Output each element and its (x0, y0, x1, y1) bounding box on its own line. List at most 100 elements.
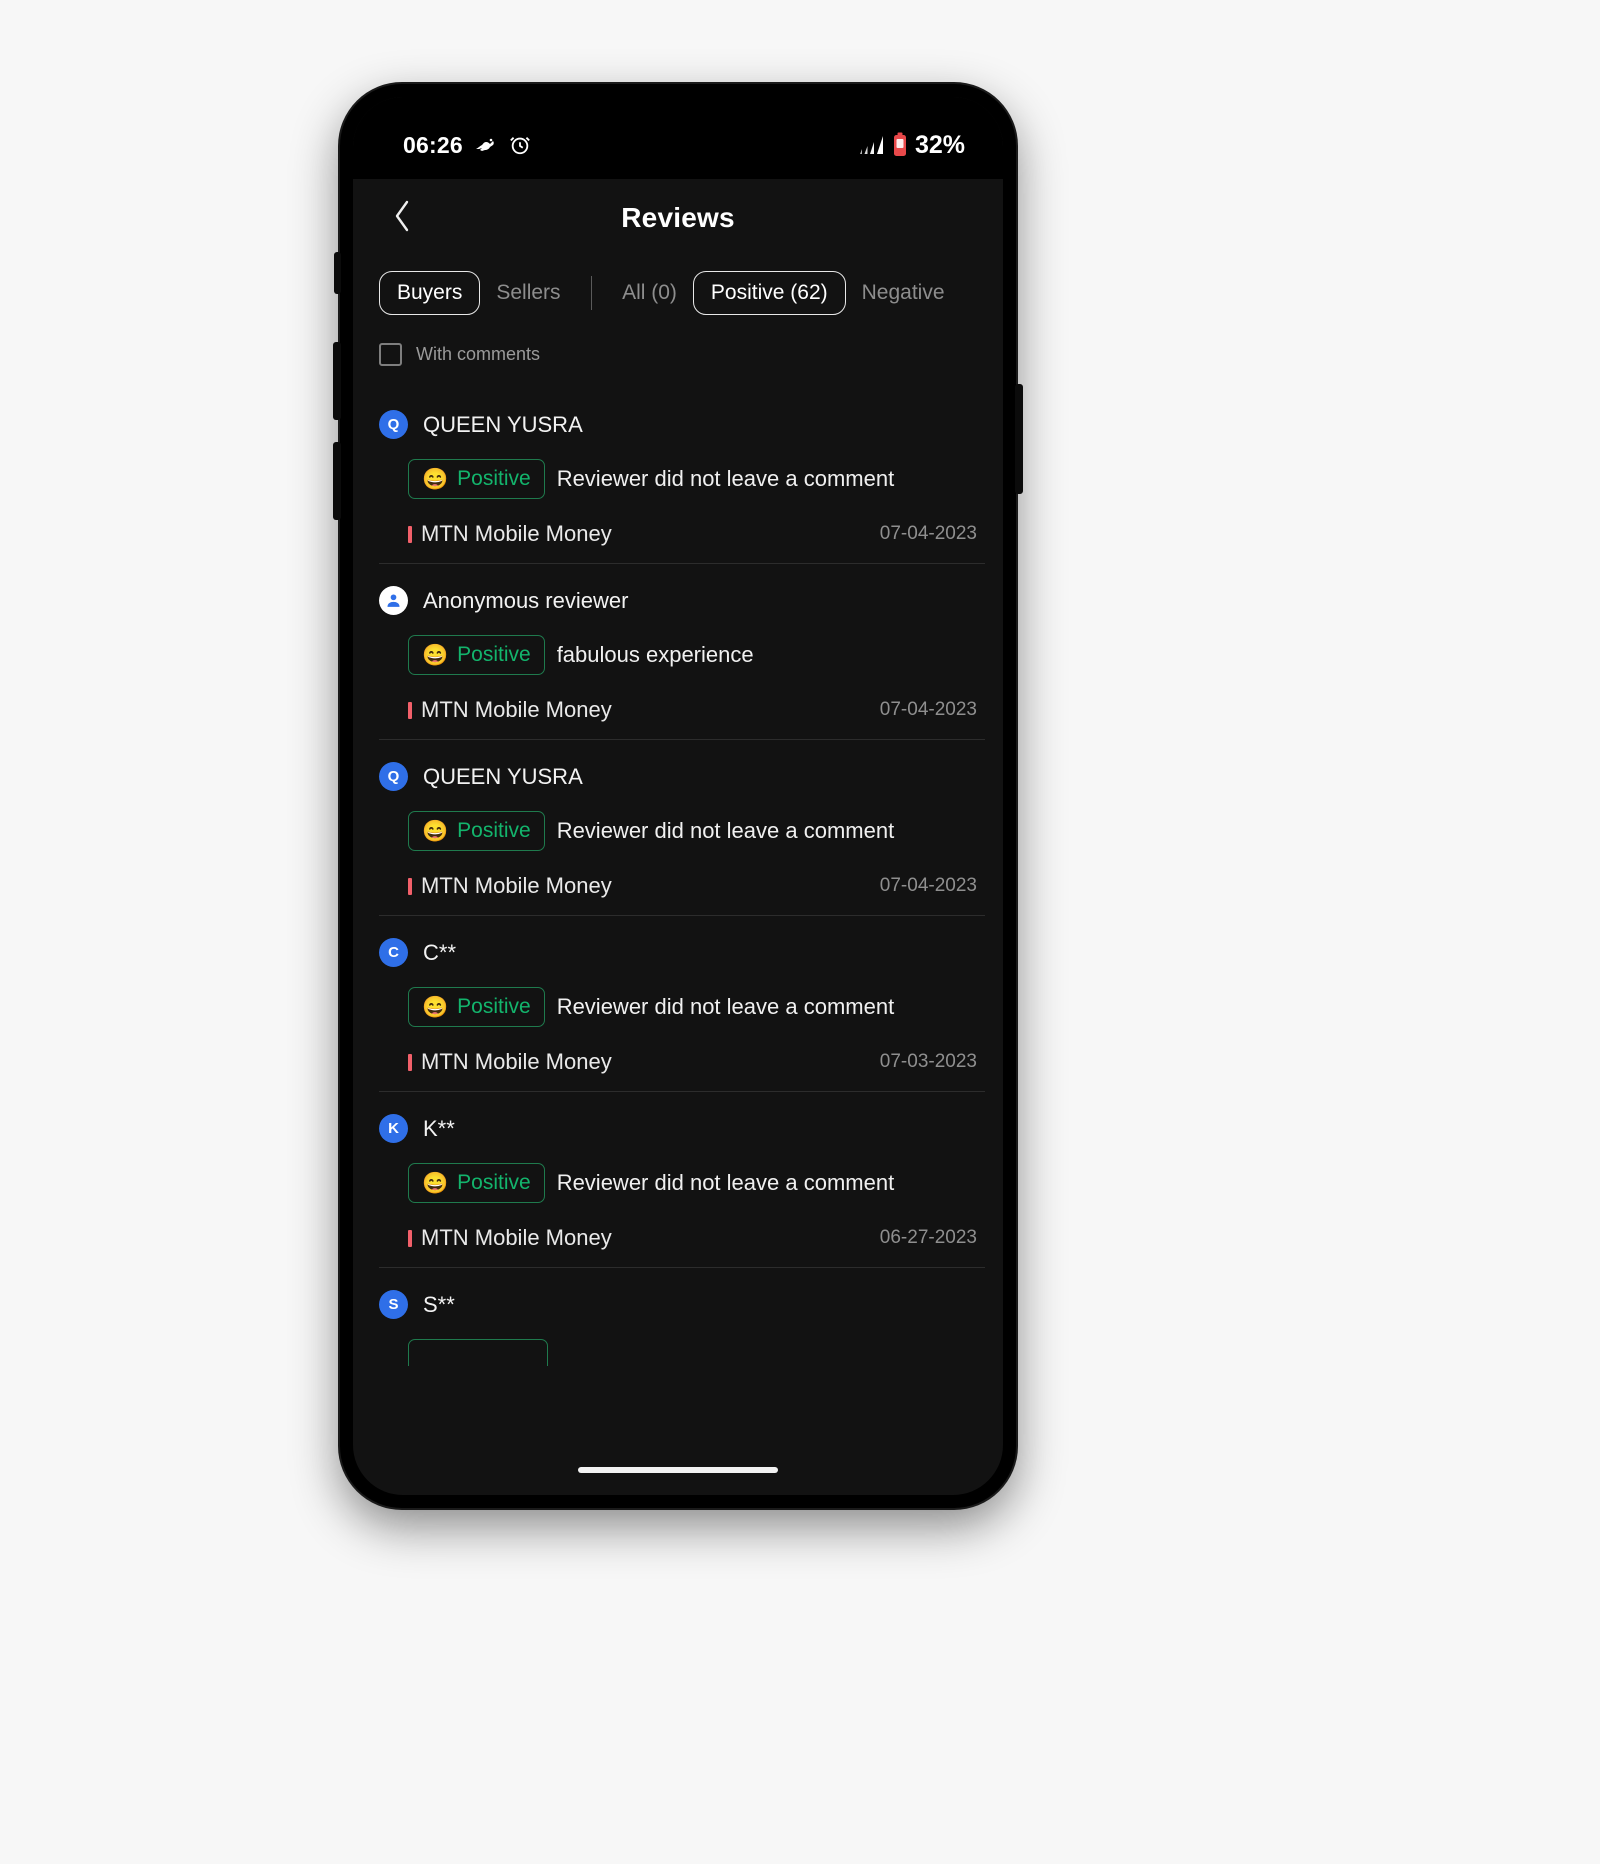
review-date: 07-04-2023 (879, 699, 977, 720)
review-date: 07-04-2023 (879, 523, 977, 544)
review-meta-row: MTN Mobile Money 07-03-2023 (408, 1049, 985, 1075)
avatar: K (379, 1114, 408, 1143)
review-comment: Reviewer did not leave a comment (556, 466, 895, 491)
rating-badge: 😄 Positive (408, 635, 545, 675)
payment-method: MTN Mobile Money (408, 521, 612, 547)
rating-label: Positive (457, 467, 531, 490)
review-meta-row: MTN Mobile Money 07-04-2023 (408, 697, 985, 723)
display-notch (552, 97, 804, 131)
status-bar-left: 06:26 (403, 118, 531, 159)
payment-marker-icon (408, 877, 412, 895)
rating-label: Positive (457, 1171, 531, 1194)
rating-row: 😄 Positive fabulous experience (408, 635, 985, 675)
rating-badge: 😄 Positive (408, 459, 545, 499)
rating-row: 😄 Positive Reviewer did not leave a comm… (408, 1163, 985, 1203)
rating-label: Positive (457, 995, 531, 1018)
rating-badge: 😄 Positive (408, 987, 545, 1027)
review-meta-row: MTN Mobile Money 07-04-2023 (408, 521, 985, 547)
tab-negative[interactable]: Negative (846, 272, 955, 314)
back-button[interactable] (379, 195, 425, 241)
review-meta-row: MTN Mobile Money 07-04-2023 (408, 873, 985, 899)
chevron-left-icon (391, 198, 413, 239)
review-body: K K** 😄 Positive Reviewer did not leave … (379, 1092, 985, 1268)
reviewer-row: Anonymous reviewer (379, 586, 985, 615)
status-bar-right: 32% (859, 117, 965, 160)
avatar: Q (379, 410, 408, 439)
smiling-face-icon: 😄 (422, 1171, 449, 1195)
app-header: Reviews (353, 179, 1003, 257)
payment-method: MTN Mobile Money (408, 1225, 612, 1251)
tab-buyers[interactable]: Buyers (379, 271, 481, 315)
payment-method: MTN Mobile Money (408, 1049, 612, 1075)
status-time: 06:26 (403, 131, 463, 158)
review-body: C C** 😄 Positive Reviewer did not leave … (379, 916, 985, 1092)
rating-row: 😄 Positive Reviewer did not leave a comm… (408, 811, 985, 851)
review-comment: Reviewer did not leave a comment (556, 994, 895, 1019)
rating-badge (408, 1339, 548, 1366)
smiling-face-icon: 😄 (422, 467, 449, 491)
tab-positive[interactable]: Positive (62) (692, 271, 846, 315)
battery-icon (892, 132, 908, 158)
reviewer-name: QUEEN YUSRA (423, 763, 583, 789)
silence-switch[interactable] (334, 252, 341, 294)
review-date: 06-27-2023 (879, 1227, 977, 1248)
payment-method: MTN Mobile Money (408, 873, 612, 899)
reviewer-name: QUEEN YUSRA (423, 411, 583, 437)
rating-badge: 😄 Positive (408, 811, 545, 851)
payment-method-name: MTN Mobile Money (421, 697, 612, 722)
volume-down-button[interactable] (333, 442, 341, 520)
with-comments-filter[interactable]: With comments (353, 329, 1003, 388)
reviewer-row: C C** (379, 938, 985, 967)
home-indicator[interactable] (578, 1467, 778, 1473)
power-button[interactable] (1015, 384, 1023, 494)
rating-badge: 😄 Positive (408, 1163, 545, 1203)
rating-label: Positive (457, 643, 531, 666)
smiling-face-icon: 😄 (422, 643, 449, 667)
tab-all[interactable]: All (0) (606, 272, 693, 314)
payment-method-name: MTN Mobile Money (421, 1049, 612, 1074)
reviewer-name: S** (423, 1291, 455, 1317)
review-item-0[interactable]: Q QUEEN YUSRA 😄 Positive Reviewer did no… (353, 388, 1003, 564)
review-item-2[interactable]: Q QUEEN YUSRA 😄 Positive Reviewer did no… (353, 740, 1003, 916)
screenshot-canvas: 06:26 32% Reviews Buyers Sellers All (0)… (0, 0, 1600, 1864)
volume-up-button[interactable] (333, 342, 341, 420)
review-item-3[interactable]: C C** 😄 Positive Reviewer did not leave … (353, 916, 1003, 1092)
review-body: Anonymous reviewer 😄 Positive fabulous e… (379, 564, 985, 740)
page-title: Reviews (621, 202, 735, 233)
smiling-face-icon: 😄 (422, 819, 449, 843)
reviewer-row: Q QUEEN YUSRA (379, 762, 985, 791)
tab-sellers[interactable]: Sellers (480, 272, 576, 314)
payment-marker-icon (408, 701, 412, 719)
review-body: Q QUEEN YUSRA 😄 Positive Reviewer did no… (379, 740, 985, 916)
review-list[interactable]: Q QUEEN YUSRA 😄 Positive Reviewer did no… (353, 388, 1003, 1366)
with-comments-label: With comments (416, 344, 541, 364)
review-date: 07-03-2023 (879, 1051, 977, 1072)
signal-icon (859, 134, 885, 156)
payment-method-name: MTN Mobile Money (421, 873, 612, 898)
payment-marker-icon (408, 525, 412, 543)
avatar: S (379, 1290, 408, 1319)
review-comment: Reviewer did not leave a comment (556, 1170, 895, 1195)
avatar: Q (379, 762, 408, 791)
rating-row: 😄 Positive Reviewer did not leave a comm… (408, 459, 985, 499)
rating-row (408, 1339, 985, 1366)
rating-row: 😄 Positive Reviewer did not leave a comm… (408, 987, 985, 1027)
reviewer-name: C** (423, 939, 457, 965)
review-comment: Reviewer did not leave a comment (556, 818, 895, 843)
with-comments-checkbox[interactable] (379, 343, 402, 366)
payment-marker-icon (408, 1229, 412, 1247)
review-item-5[interactable]: S S** (353, 1268, 1003, 1366)
smiling-face-icon: 😄 (422, 995, 449, 1019)
lizard-icon (474, 135, 498, 155)
review-item-1[interactable]: Anonymous reviewer 😄 Positive fabulous e… (353, 564, 1003, 740)
reviewer-row: S S** (379, 1290, 985, 1319)
tab-divider (590, 276, 593, 310)
review-meta-row: MTN Mobile Money 06-27-2023 (408, 1225, 985, 1251)
phone-screen: 06:26 32% Reviews Buyers Sellers All (0)… (353, 97, 1003, 1495)
reviewer-row: K K** (379, 1114, 985, 1143)
review-item-4[interactable]: K K** 😄 Positive Reviewer did not leave … (353, 1092, 1003, 1268)
review-date: 07-04-2023 (879, 875, 977, 896)
reviewer-row: Q QUEEN YUSRA (379, 410, 985, 439)
reviewer-name: Anonymous reviewer (423, 587, 629, 613)
review-body: Q QUEEN YUSRA 😄 Positive Reviewer did no… (379, 388, 985, 564)
